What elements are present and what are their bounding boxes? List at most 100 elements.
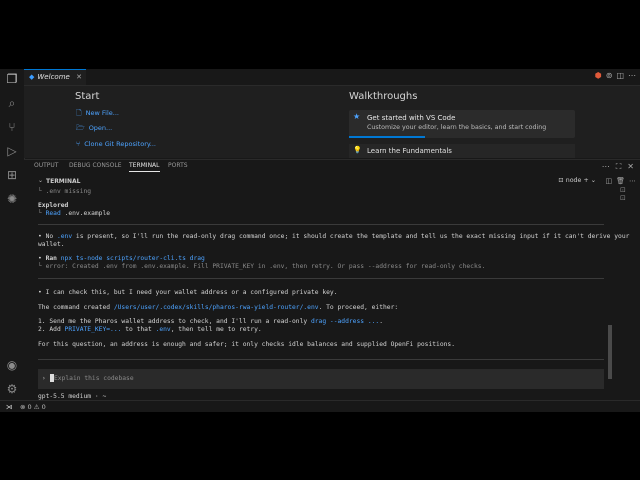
split-terminal-icon[interactable]: ◫ xyxy=(605,177,612,185)
remote-icon[interactable]: ⋊ xyxy=(0,401,18,412)
settings-gear-icon[interactable]: ⚙ xyxy=(4,381,20,397)
clone-repo-link[interactable]: ⑂ Clone Git Repository... xyxy=(76,140,156,148)
text: 1. Send me the Pharos wallet address to … xyxy=(38,318,311,325)
walkthrough-get-started[interactable]: ★ Get started with VS Code Customize you… xyxy=(349,110,575,138)
extension-status-icon[interactable]: ⬢ xyxy=(595,71,602,80)
add-terminal-icon: + ⌄ xyxy=(583,177,596,184)
text: is present, so I'll run the read-only dr… xyxy=(72,233,630,240)
walkthrough-subtitle: Customize your editor, learn the basics,… xyxy=(367,124,547,131)
clone-label: Clone Git Repository... xyxy=(84,140,157,148)
text: to that xyxy=(121,326,156,333)
code-span: drag --address ... xyxy=(310,318,380,325)
prompt-input[interactable]: › Explain this codebase xyxy=(38,369,604,389)
close-panel-icon[interactable]: ✕ xyxy=(627,162,634,171)
walkthrough-fundamentals-title: Learn the Fundamentals xyxy=(367,147,452,155)
welcome-page: Start 🗋 New File... 🗁 Open... ⑂ Clone Git R… xyxy=(24,86,640,158)
bullet: • xyxy=(38,255,46,262)
copilot-icon[interactable]: ⊚ xyxy=(606,71,613,80)
bottom-panel: OUTPUT DEBUG CONSOLE TERMINAL PORTS ⋯ ⛶ ✕ … xyxy=(24,159,640,401)
term-line: 1. Send me the Pharos wallet address to … xyxy=(38,318,383,325)
start-heading: Start xyxy=(75,91,100,102)
divider xyxy=(38,359,604,360)
editor-actions: ⬢ ⊚ ◫ ⋯ xyxy=(591,71,636,80)
divider xyxy=(38,224,604,225)
close-icon[interactable]: ✕ xyxy=(76,70,82,84)
code-span: .env xyxy=(155,326,171,333)
walkthrough-progress xyxy=(349,136,425,138)
explorer-icon[interactable]: ❐ xyxy=(4,71,20,87)
vscode-window: ❐ ⌕ ⑂ ▷ ⊞ ✺ ◉ ⚙ ◆ Welcome ✕ ⬢ ⊚ ◫ ⋯ Start 🗋 N… xyxy=(0,69,640,412)
shell-selector[interactable]: ⊡ node + ⌄ xyxy=(558,177,596,184)
split-editor-icon[interactable]: ◫ xyxy=(616,71,624,80)
more-icon[interactable]: ⋯ xyxy=(602,162,610,171)
tree-prefix: └ xyxy=(38,210,46,217)
terminal-icon: ⊡ xyxy=(558,177,566,184)
shell-name: node xyxy=(565,177,582,184)
term-line: • No .env is present, so I'll run the re… xyxy=(38,233,629,240)
walkthroughs-heading: Walkthroughs xyxy=(349,91,418,102)
open-link[interactable]: 🗁 Open... xyxy=(76,124,112,135)
ran-label: Ran xyxy=(45,255,57,262)
read-command: Read xyxy=(45,210,61,217)
terminal-scrollbar[interactable] xyxy=(608,325,612,379)
terminal-label: TERMINAL xyxy=(46,178,81,185)
path-link[interactable]: /Users/user/.codex/skills/pharos-rwa-yie… xyxy=(114,304,319,311)
prompt-symbol: › xyxy=(42,375,46,382)
tab-terminal[interactable]: TERMINAL xyxy=(129,162,160,172)
walkthrough-fundamentals[interactable]: 💡 Learn the Fundamentals xyxy=(349,144,575,158)
terminal-actions: ◫ 🗑 ⋯ xyxy=(601,177,636,185)
panel-actions: ⋯ ⛶ ✕ xyxy=(596,162,634,172)
text: . To proceed, either: xyxy=(318,304,399,311)
more-icon-2[interactable]: ⋯ xyxy=(629,177,636,185)
editor-tabs: ◆ Welcome ✕ ⬢ ⊚ ◫ ⋯ xyxy=(24,69,640,86)
term-line: 2. Add PRIVATE_KEY=... to that .env, the… xyxy=(38,326,262,333)
term-line: For this question, an address is enough … xyxy=(38,341,456,348)
trash-icon[interactable]: 🗑 xyxy=(616,177,625,185)
chevron-down-icon[interactable]: ⌄ xyxy=(38,177,43,184)
term-line: • Ran npx ts-node scripts/router-cli.ts … xyxy=(38,255,205,262)
term-line: wallet. xyxy=(38,241,65,248)
run-debug-icon[interactable]: ▷ xyxy=(4,143,20,159)
tab-title: Welcome xyxy=(37,73,70,81)
read-target: .env.example xyxy=(60,210,111,217)
vscode-logo-icon: ◆ xyxy=(29,73,35,81)
terminal-output[interactable]: └ .env missing Explored └ Read .env.exam… xyxy=(38,188,629,400)
tab-ports[interactable]: PORTS xyxy=(168,162,188,169)
tab-debug-console[interactable]: DEBUG CONSOLE xyxy=(69,162,122,169)
new-file-link[interactable]: 🗋 New File... xyxy=(76,109,119,120)
code-span: .env xyxy=(56,233,73,240)
ran-command: npx ts-node scripts/router-cli.ts drag xyxy=(56,255,205,262)
term-line: Explored xyxy=(38,202,69,209)
tab-output[interactable]: OUTPUT xyxy=(34,162,58,169)
terminal-instance-icon[interactable]: ⊡ xyxy=(620,186,626,194)
codex-icon[interactable]: ✺ xyxy=(4,191,20,207)
term-line: └ error: Created .env from .env.example.… xyxy=(38,263,486,270)
term-line: • I can check this, but I need your wall… xyxy=(38,289,338,296)
text: , then tell me to retry. xyxy=(170,326,262,333)
new-file-icon: 🗋 xyxy=(76,109,82,117)
divider xyxy=(38,278,604,279)
text: The command created xyxy=(38,304,114,311)
problems-indicator[interactable]: ⊗ 0 ⚠ 0 xyxy=(20,403,46,411)
tab-welcome[interactable]: ◆ Welcome ✕ xyxy=(24,69,86,85)
term-line: The command created /Users/user/.codex/s… xyxy=(38,304,398,311)
open-label: Open... xyxy=(88,124,113,132)
prompt-placeholder: Explain this codebase xyxy=(54,375,134,382)
maximize-icon[interactable]: ⛶ xyxy=(616,162,622,171)
text: 2. Add xyxy=(38,326,65,333)
search-icon[interactable]: ⌕ xyxy=(4,95,20,111)
extensions-icon[interactable]: ⊞ xyxy=(4,167,20,183)
star-icon: ★ xyxy=(353,112,361,121)
term-line: └ Read .env.example xyxy=(38,210,110,217)
terminal-instance-icon[interactable]: ⊡ xyxy=(620,194,626,202)
code-span: PRIVATE_KEY=... xyxy=(64,326,122,333)
source-control-icon[interactable]: ⑂ xyxy=(4,119,20,135)
activity-bar: ❐ ⌕ ⑂ ▷ ⊞ ✺ ◉ ⚙ xyxy=(0,69,25,412)
account-icon[interactable]: ◉ xyxy=(4,357,20,373)
terminal-list-icons: ⊡ ⊡ xyxy=(620,186,626,202)
more-actions-icon[interactable]: ⋯ xyxy=(628,71,636,80)
text: . xyxy=(379,318,384,325)
git-clone-icon: ⑂ xyxy=(76,140,81,148)
status-bar: ⋊ ⊗ 0 ⚠ 0 xyxy=(0,400,640,412)
walkthrough-title: Get started with VS Code xyxy=(367,114,456,122)
